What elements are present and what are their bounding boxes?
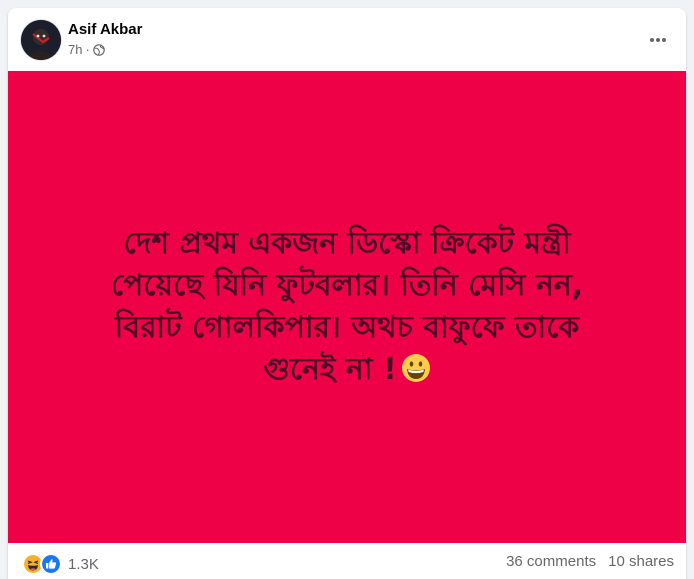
post-text-line-last: গুনেই না ! <box>47 349 647 395</box>
post-text-line: দেশ প্রথম একজন ডিস্কো ক্রিকেট মন্ত্রী <box>123 226 571 261</box>
post-text-line: বিরাট গোলকিপার। অথচ বাফুফে তাকে <box>114 310 580 345</box>
shares-count[interactable]: 10 shares <box>608 553 674 570</box>
post-text-line: গুনেই না ! <box>263 352 397 387</box>
post-options-button[interactable] <box>642 24 674 56</box>
post-text: দেশ প্রথম একজন ডিস্কো ক্রিকেট মন্ত্রী পে… <box>47 223 647 395</box>
meta-separator: · <box>85 42 90 57</box>
globe-icon <box>93 43 105 56</box>
author-name[interactable]: Asif Akbar <box>68 21 142 38</box>
comments-count[interactable]: 36 comments <box>506 553 596 570</box>
post-time[interactable]: 7h <box>68 42 82 57</box>
more-horizontal-icon <box>650 38 666 42</box>
grinning-face-icon <box>401 353 431 395</box>
post-text-line: পেয়েছে যিনি ফুটবলার। তিনি মেসি নন, <box>110 268 584 303</box>
post-footer: 1.3K 36 comments 10 shares <box>8 543 686 579</box>
post-content-background: দেশ প্রথম একজন ডিস্কো ক্রিকেট মন্ত্রী পে… <box>8 71 686 543</box>
reactions-summary[interactable]: 1.3K <box>22 553 99 575</box>
like-reaction-icon <box>40 553 62 575</box>
post-header: Asif Akbar 7h · <box>8 8 686 71</box>
author-avatar[interactable] <box>21 20 61 60</box>
avatar-image <box>21 20 61 60</box>
post-card: Asif Akbar 7h · দেশ প্রথম একজন ডিস্কো ক্… <box>8 8 686 579</box>
post-meta: 7h · <box>68 42 105 57</box>
reaction-count[interactable]: 1.3K <box>68 556 99 573</box>
post-stats: 36 comments 10 shares <box>506 553 674 570</box>
